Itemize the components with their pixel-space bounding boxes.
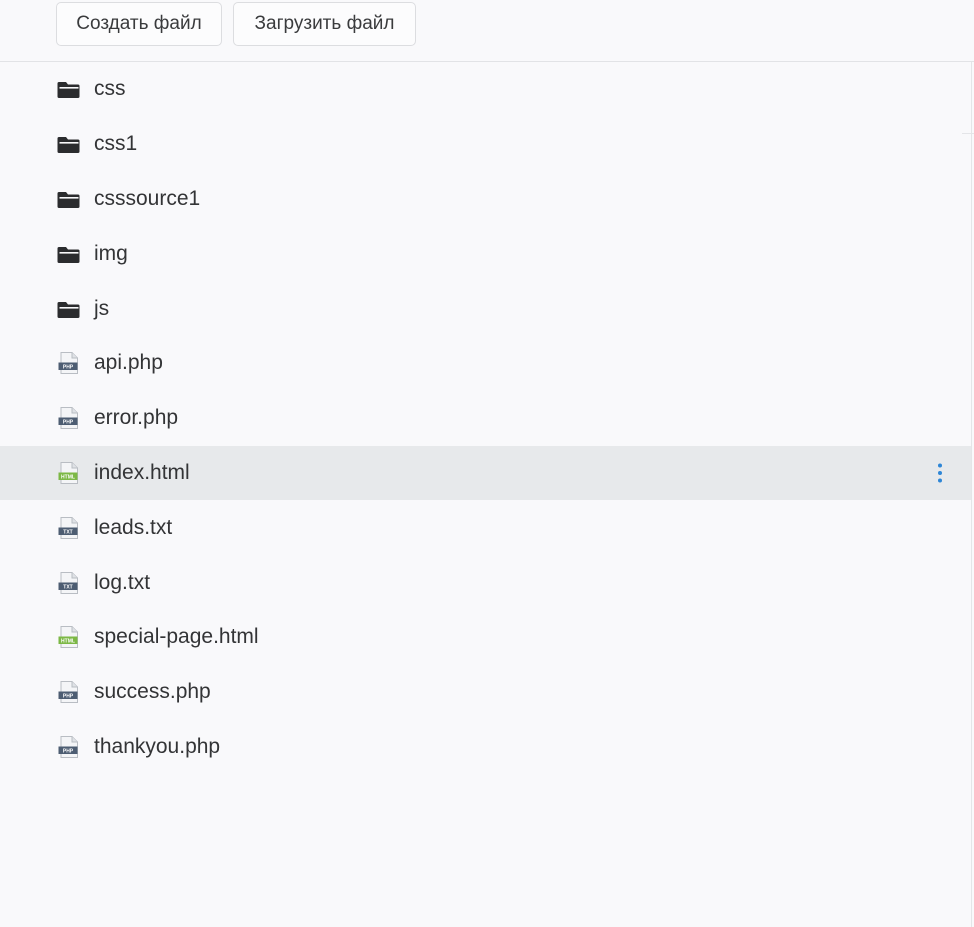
file-list: css css1 csssource1 img js PHP api.php PHP error… xyxy=(0,62,971,774)
more-vert-icon[interactable] xyxy=(932,461,948,485)
file-row[interactable]: PHP api.php xyxy=(0,336,971,391)
folder-row[interactable]: js xyxy=(0,281,971,336)
file-name: css xyxy=(94,77,126,101)
html-file-icon: HTML xyxy=(56,461,82,485)
folder-icon xyxy=(56,187,82,211)
file-name: thankyou.php xyxy=(94,734,221,758)
svg-text:PHP: PHP xyxy=(63,365,74,371)
svg-text:HTML: HTML xyxy=(61,639,75,645)
txt-file-icon: TXT xyxy=(56,571,82,595)
folder-row[interactable]: css xyxy=(0,62,971,117)
file-row[interactable]: TXT log.txt xyxy=(0,555,971,610)
svg-text:PHP: PHP xyxy=(63,420,74,426)
file-name: error.php xyxy=(94,406,179,430)
php-file-icon: PHP xyxy=(56,680,82,704)
file-row[interactable]: PHP success.php xyxy=(0,665,971,720)
folder-icon xyxy=(56,297,82,321)
file-name: leads.txt xyxy=(94,515,173,539)
php-file-icon: PHP xyxy=(56,406,82,430)
folder-row[interactable]: css1 xyxy=(0,117,971,172)
file-name: img xyxy=(94,241,128,265)
create-file-button[interactable]: Создать файл xyxy=(56,2,222,46)
php-file-icon: PHP xyxy=(56,735,82,759)
file-row[interactable]: PHP error.php xyxy=(0,391,971,446)
file-name: css1 xyxy=(94,132,138,156)
toolbar: Создать файл Загрузить файл xyxy=(0,0,974,62)
file-name: js xyxy=(94,296,110,320)
folder-row[interactable]: csssource1 xyxy=(0,172,971,227)
panel-divider xyxy=(971,62,972,927)
folder-icon xyxy=(56,242,82,266)
svg-text:TXT: TXT xyxy=(63,584,72,590)
file-name: special-page.html xyxy=(94,625,259,649)
svg-text:TXT: TXT xyxy=(63,529,72,535)
upload-file-button[interactable]: Загрузить файл xyxy=(233,2,416,46)
file-name: index.html xyxy=(94,460,190,484)
file-row[interactable]: TXT leads.txt xyxy=(0,500,971,555)
file-row[interactable]: PHP thankyou.php xyxy=(0,720,971,775)
folder-icon xyxy=(56,132,82,156)
php-file-icon: PHP xyxy=(56,351,82,375)
svg-text:PHP: PHP xyxy=(63,748,74,754)
file-name: success.php xyxy=(94,680,211,704)
txt-file-icon: TXT xyxy=(56,516,82,540)
html-file-icon: HTML xyxy=(56,625,82,649)
folder-icon xyxy=(56,77,82,101)
svg-text:PHP: PHP xyxy=(63,694,74,700)
file-name: api.php xyxy=(94,351,163,375)
file-row[interactable]: HTML index.html xyxy=(0,445,971,501)
svg-text:HTML: HTML xyxy=(61,474,75,480)
file-row[interactable]: HTML special-page.html xyxy=(0,610,971,665)
file-name: log.txt xyxy=(94,570,151,594)
folder-row[interactable]: img xyxy=(0,226,971,281)
file-name: csssource1 xyxy=(94,186,201,210)
